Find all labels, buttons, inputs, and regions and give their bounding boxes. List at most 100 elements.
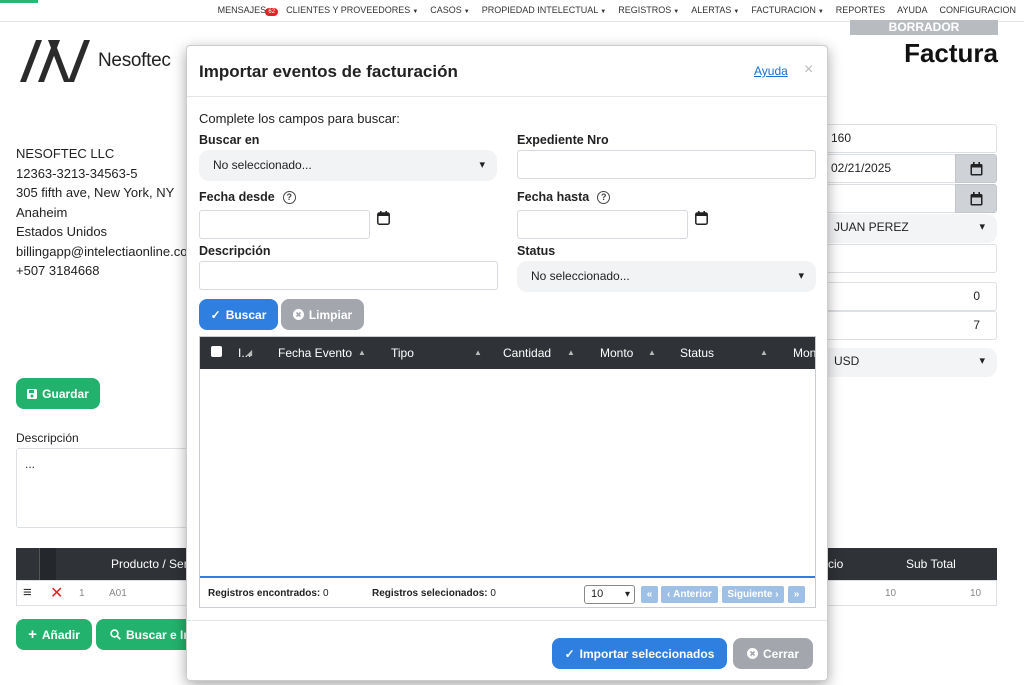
modal-header: Importar eventos de facturación Ayuda × [187, 46, 827, 97]
first-page-button[interactable]: « [641, 586, 658, 603]
search-import-label: Buscar e Im [126, 627, 195, 642]
import-selected-label: Importar seleccionados [579, 646, 715, 661]
invoice-field-5[interactable] [820, 244, 997, 273]
records-found-value: 0 [323, 588, 329, 599]
nav-item-label: CLIENTES Y PROVEEDORES [286, 5, 411, 15]
save-button-label: Guardar [42, 386, 89, 401]
delete-row-icon[interactable]: ✕ [50, 583, 63, 603]
nav-item-mensajes[interactable]: MENSAJES 62 [218, 5, 279, 16]
invoice-date-field[interactable]: 02/21/2025 [820, 154, 956, 183]
status-label-text: Status [517, 244, 556, 258]
col-amount[interactable]: Monto [600, 346, 633, 360]
caret-down-icon: ▼ [817, 9, 824, 15]
help-circle-icon[interactable]: ? [597, 190, 611, 204]
calendar-icon[interactable] [695, 211, 708, 225]
close-icon[interactable]: × [804, 61, 813, 79]
drag-handle-icon[interactable]: ≡ [23, 584, 32, 601]
header-drag-col [16, 548, 40, 580]
last-page-button[interactable]: » [788, 586, 805, 603]
due-date-field[interactable] [820, 184, 956, 213]
calendar-icon [970, 191, 982, 205]
date-to-input[interactable] [517, 210, 688, 239]
prev-page-button[interactable]: ‹ Anterior [661, 586, 718, 603]
nav-item-label: REPORTES [835, 5, 886, 15]
nav-item-facturacion[interactable]: FACTURACION ▼ [751, 5, 823, 15]
expediente-label: Expediente Nro [517, 133, 609, 147]
page-title: Factura [904, 38, 998, 68]
page-size-select[interactable]: 10 [584, 585, 635, 604]
date-from-input[interactable] [199, 210, 370, 239]
nav-item-reportes[interactable]: REPORTES [836, 5, 885, 15]
clear-button[interactable]: Limpiar [281, 299, 364, 330]
modal-description-input[interactable] [199, 261, 498, 290]
sort-icon[interactable]: ▲ [567, 348, 575, 357]
sort-icon[interactable]: ▲ [648, 348, 656, 357]
nav-item-registros[interactable]: REGISTROS ▼ [618, 5, 679, 15]
description-textarea[interactable]: ... [16, 448, 196, 528]
caret-down-icon: ▼ [600, 9, 607, 15]
modal-description-label-text: Descripción [199, 244, 271, 258]
help-link[interactable]: Ayuda [754, 64, 788, 78]
help-circle-icon[interactable]: ? [282, 190, 296, 204]
clear-button-label: Limpiar [308, 307, 353, 322]
nav-item-configuracion[interactable]: CONFIGURACION [940, 5, 1017, 15]
save-button[interactable]: Guardar [16, 378, 100, 409]
search-in-label-text: Buscar en [199, 133, 260, 147]
nav-item-clientes-y-proveedores[interactable]: CLIENTES Y PROVEEDORES ▼ [286, 5, 418, 15]
col-currency[interactable]: Mon [793, 346, 815, 360]
invoice-field-7[interactable]: 7 [820, 311, 997, 340]
chevron-right-icon: › [775, 589, 779, 600]
header-price: cio [828, 557, 844, 571]
search-in-label: Buscar en [199, 133, 259, 147]
next-page-button[interactable]: Siguiente › [722, 586, 784, 603]
double-chevron-right-icon: » [793, 589, 800, 600]
date-from-label-text: Fecha desde [199, 190, 275, 204]
company-country: Estados Unidos [16, 224, 108, 239]
sort-icon[interactable]: ▲ [760, 348, 768, 357]
nav-item-propiedad-intelectual[interactable]: PROPIEDAD INTELECTUAL ▼ [482, 5, 606, 15]
row-price[interactable]: 10 [885, 588, 896, 599]
select-all-checkbox[interactable] [211, 346, 222, 357]
nav-item-ayuda[interactable]: AYUDA [897, 5, 927, 15]
nav-item-alertas[interactable]: ALERTAS ▼ [691, 5, 739, 15]
col-quantity[interactable]: Cantidad [503, 346, 551, 360]
modal-description-label: Descripción [199, 244, 271, 258]
import-selected-button[interactable]: ✓ Importar seleccionados [552, 638, 727, 669]
invoice-field-6[interactable]: 0 [820, 282, 997, 311]
close-button[interactable]: Cerrar [733, 638, 813, 669]
records-found: Registros encontrados: 0 [208, 588, 329, 599]
sort-icon[interactable]: ◢ [246, 348, 252, 357]
col-status[interactable]: Status [680, 346, 714, 360]
search-import-button[interactable]: Buscar e Im [96, 619, 196, 650]
status-select[interactable]: No seleccionado... [517, 261, 816, 292]
nav-item-casos[interactable]: CASOS ▼ [430, 5, 469, 15]
nav-item-label: CONFIGURACION [939, 5, 1017, 15]
invoice-number-field[interactable]: 160 [820, 124, 997, 153]
records-selected: Registros selecionados: 0 [372, 588, 496, 599]
nav-item-label: AYUDA [897, 5, 928, 15]
calendar-icon[interactable] [377, 211, 390, 225]
sort-icon[interactable]: ▲ [358, 348, 366, 357]
client-select[interactable]: JUAN PEREZ [820, 214, 997, 243]
plus-icon: + [28, 626, 37, 643]
search-button-label: Buscar [225, 307, 267, 322]
search-in-select[interactable]: No seleccionado... [199, 150, 497, 181]
nesoftec-logo-icon [20, 40, 90, 82]
nav-accent [0, 0, 38, 3]
invoice-date-calendar-button[interactable] [955, 154, 997, 183]
col-event-date[interactable]: Fecha Evento [278, 346, 352, 360]
status-value: No seleccionado... [531, 269, 630, 283]
row-subtotal: 10 [970, 588, 982, 599]
close-circle-icon [746, 648, 758, 659]
row-code[interactable]: A01 [109, 588, 127, 599]
add-button[interactable]: + Añadir [16, 619, 92, 650]
date-from-label: Fecha desde ? [199, 190, 296, 204]
search-button[interactable]: ✓ Buscar [199, 299, 278, 330]
description-label: Descripción [16, 431, 79, 445]
col-type[interactable]: Tipo [391, 346, 414, 360]
currency-select[interactable]: USD [820, 348, 997, 377]
due-date-calendar-button[interactable] [955, 184, 997, 213]
expediente-input[interactable] [517, 150, 816, 179]
sort-icon[interactable]: ▲ [474, 348, 482, 357]
nav-item-label: FACTURACION [751, 5, 816, 15]
